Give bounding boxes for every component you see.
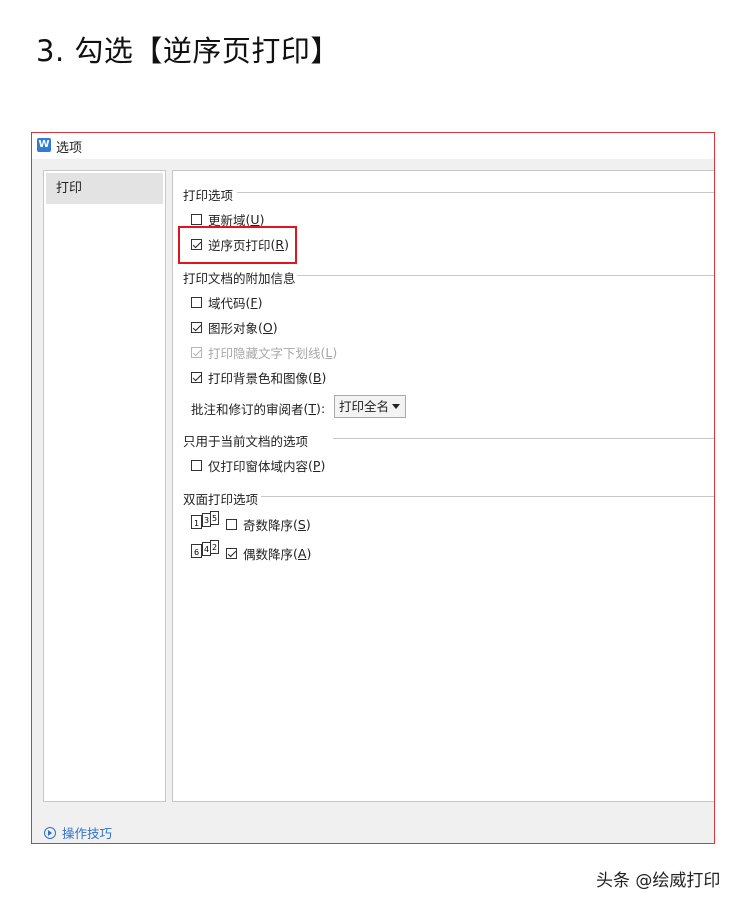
checkbox-box[interactable] bbox=[191, 214, 202, 225]
form-data-checkbox[interactable]: 仅打印窗体域内容(P) bbox=[191, 456, 325, 475]
sidebar-item-print[interactable]: 打印 bbox=[46, 173, 163, 204]
checkbox-box[interactable] bbox=[226, 519, 237, 530]
group-title: 双面打印选项 bbox=[183, 492, 259, 507]
odd-pages-icon: 1 3 5 bbox=[191, 511, 219, 529]
reverse-order-checkbox[interactable]: 逆序页打印(R) bbox=[191, 235, 289, 254]
group-print-options: 打印选项 bbox=[183, 185, 233, 204]
options-sidebar: 打印 bbox=[43, 170, 166, 802]
checkbox-box[interactable] bbox=[191, 460, 202, 471]
svg-text:3: 3 bbox=[204, 516, 209, 525]
group-print-extras: 打印文档的附加信息 bbox=[183, 268, 296, 287]
group-title: 只用于当前文档的选项 bbox=[183, 434, 309, 449]
print-settings-panel: 打印选项 更新域(U) 逆序页打印(R) 打印文档的附加信息 域代码(F) 图形… bbox=[172, 170, 714, 802]
svg-text:5: 5 bbox=[212, 514, 217, 523]
hidden-text-checkbox: 打印隐藏文字下划线(L) bbox=[191, 343, 337, 362]
comments-reviewer-label: 批注和修订的审阅者(T): bbox=[191, 401, 326, 417]
checkbox-box[interactable] bbox=[226, 548, 237, 559]
checkbox-box bbox=[191, 347, 202, 358]
dialog-titlebar: W 选项 bbox=[32, 133, 714, 159]
sidebar-item-label: 打印 bbox=[56, 181, 83, 196]
drawing-objects-checkbox[interactable]: 图形对象(O) bbox=[191, 318, 278, 337]
group-current-document: 只用于当前文档的选项 bbox=[183, 431, 308, 450]
svg-text:4: 4 bbox=[204, 545, 209, 554]
options-dialog: W 选项 打印 打印选项 更新域(U) 逆序页打印(R) 打印文档的附加信息 域… bbox=[31, 132, 715, 844]
reviewer-name-select[interactable]: 打印全名 bbox=[334, 395, 406, 418]
wps-writer-icon: W bbox=[37, 138, 51, 152]
group-duplex: 双面打印选项 bbox=[183, 489, 258, 508]
checkbox-box[interactable] bbox=[191, 239, 202, 250]
odd-desc-checkbox[interactable]: 奇数降序(S) bbox=[226, 515, 311, 534]
even-desc-checkbox[interactable]: 偶数降序(A) bbox=[226, 544, 311, 563]
group-divider bbox=[333, 438, 714, 439]
dialog-title: 选项 bbox=[56, 141, 83, 156]
tips-label: 操作技巧 bbox=[62, 826, 113, 841]
tips-link[interactable]: 操作技巧 bbox=[44, 823, 112, 842]
group-title: 打印文档的附加信息 bbox=[183, 271, 296, 286]
even-pages-icon: 6 4 2 bbox=[191, 540, 219, 558]
group-divider bbox=[237, 192, 714, 193]
group-divider bbox=[261, 496, 714, 497]
group-divider bbox=[297, 275, 714, 276]
field-codes-checkbox[interactable]: 域代码(F) bbox=[191, 293, 263, 312]
checkbox-box[interactable] bbox=[191, 322, 202, 333]
svg-text:1: 1 bbox=[194, 519, 199, 528]
page-heading: 3. 勾选【逆序页打印】 bbox=[36, 34, 340, 68]
checkbox-box[interactable] bbox=[191, 372, 202, 383]
svg-text:2: 2 bbox=[212, 543, 217, 552]
background-checkbox[interactable]: 打印背景色和图像(B) bbox=[191, 368, 326, 387]
group-title: 打印选项 bbox=[183, 188, 234, 203]
select-value: 打印全名 bbox=[339, 399, 390, 414]
play-circle-icon bbox=[44, 826, 56, 839]
watermark: 头条 @绘威打印 bbox=[596, 871, 721, 891]
checkbox-box[interactable] bbox=[191, 297, 202, 308]
svg-text:6: 6 bbox=[194, 548, 199, 557]
chevron-down-icon bbox=[392, 404, 400, 409]
